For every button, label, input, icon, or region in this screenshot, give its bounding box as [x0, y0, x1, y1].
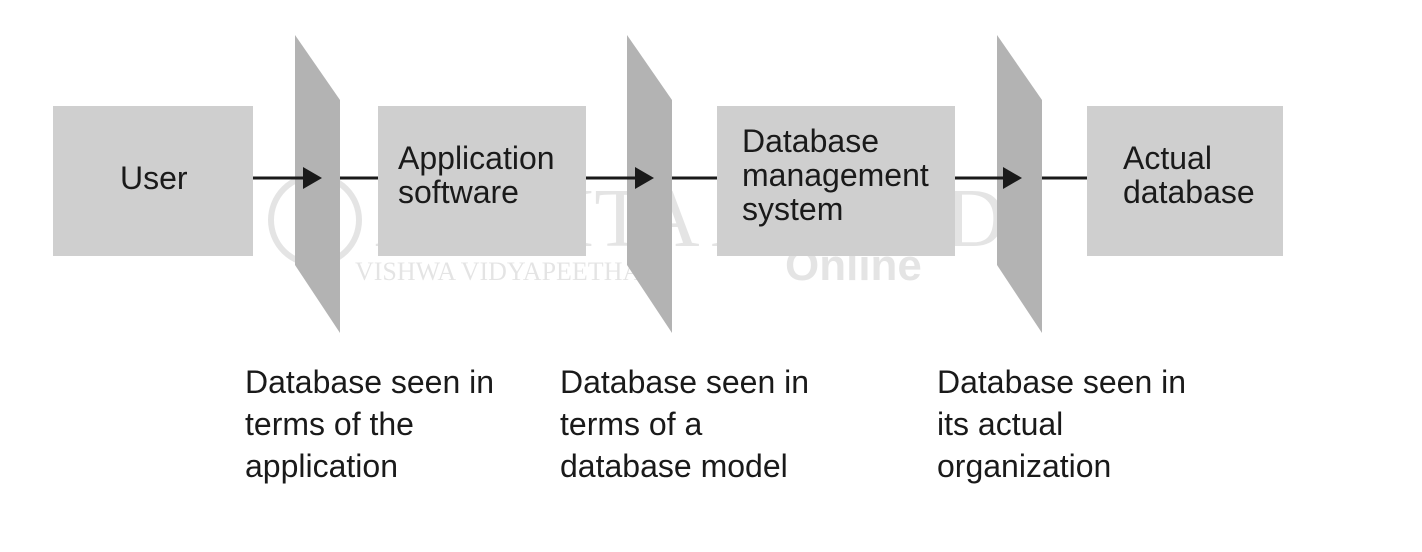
dbms-label: Database management system	[742, 123, 929, 227]
actual-database-label: Actual database	[1123, 140, 1255, 210]
caption-application-view: Database seen in terms of the applicatio…	[245, 364, 495, 484]
caption-model-view: Database seen in terms of a database mod…	[560, 364, 810, 484]
application-software-label: Application software	[398, 140, 555, 210]
view-plane-application	[295, 35, 340, 333]
view-plane-model	[627, 35, 672, 333]
diagram-canvas: AMRITA AHEAD VISHWA VIDYAPEETHAM Online …	[0, 0, 1422, 552]
user-label: User	[120, 160, 188, 196]
caption-actual-view: Database seen in its actual organization	[937, 364, 1187, 484]
